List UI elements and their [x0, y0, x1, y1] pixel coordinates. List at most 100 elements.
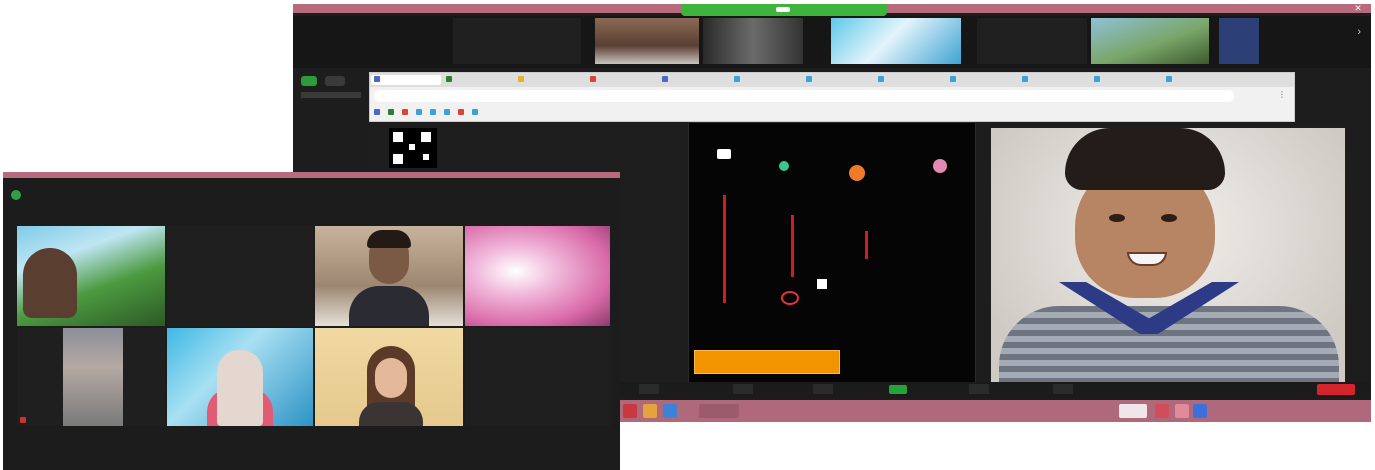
game-sprite — [933, 159, 947, 173]
tab-favicon — [806, 76, 812, 83]
participant-video — [63, 328, 123, 426]
browser-tab[interactable] — [1091, 75, 1161, 85]
bookmark-favicon — [472, 109, 478, 115]
security-shield-icon[interactable] — [11, 190, 21, 200]
browser-tab[interactable] — [1163, 75, 1233, 85]
taskbar-tray-icon[interactable] — [1155, 404, 1169, 418]
strip-tile-5[interactable] — [977, 18, 1087, 64]
leave-button[interactable] — [1317, 384, 1355, 395]
taskbar-tray-icon[interactable] — [1193, 404, 1207, 418]
taskbar-tray-icon[interactable] — [1175, 404, 1189, 418]
tab-favicon — [590, 76, 596, 83]
qr-block — [423, 154, 429, 160]
participant-shirt — [349, 286, 429, 326]
taskbar-app-icon[interactable] — [699, 404, 739, 418]
address-bar[interactable] — [374, 90, 1234, 102]
shared-browser-window: ← → ⋮ — [369, 72, 1295, 122]
qr-code — [389, 128, 437, 168]
browser-tab[interactable] — [803, 75, 873, 85]
bookmark-favicon — [458, 109, 464, 115]
video-button[interactable] — [733, 384, 753, 394]
taskbar-app-icon[interactable] — [643, 404, 657, 418]
bookmark-favicon — [402, 109, 408, 115]
browser-tab[interactable] — [875, 75, 945, 85]
record-button[interactable] — [969, 384, 989, 394]
strip-tile-4[interactable] — [831, 18, 961, 64]
participant-name — [20, 417, 28, 424]
gallery-tile[interactable] — [465, 226, 610, 326]
share-button[interactable] — [301, 76, 317, 86]
strip-tile-6[interactable] — [1091, 18, 1209, 64]
bookmark-favicon — [444, 109, 450, 115]
taskbar-app-icon[interactable] — [623, 404, 637, 418]
view-button[interactable] — [325, 76, 345, 86]
browser-tab[interactable] — [947, 75, 1017, 85]
active-speaker-video[interactable] — [989, 126, 1347, 386]
qr-block — [421, 132, 431, 142]
mute-button[interactable] — [639, 384, 659, 394]
reactions-button[interactable] — [1053, 384, 1073, 394]
browser-tab[interactable] — [731, 75, 801, 85]
game-screen[interactable] — [688, 122, 976, 384]
browser-tab[interactable] — [443, 75, 513, 85]
browser-tab-bar — [370, 73, 1294, 87]
meeting-header — [3, 178, 620, 208]
bookmark-favicon — [388, 109, 394, 115]
gallery-tile[interactable] — [167, 226, 313, 326]
qr-block — [409, 144, 415, 150]
tab-favicon — [446, 76, 452, 83]
bookmark-favicon — [374, 109, 380, 115]
bookmark-item[interactable] — [430, 109, 438, 115]
participant-shirt — [359, 402, 423, 426]
bookmark-item[interactable] — [388, 109, 396, 115]
gallery-tile[interactable] — [465, 328, 610, 426]
gallery-tile[interactable] — [167, 328, 313, 426]
game-sprite — [849, 165, 865, 181]
chevron-right-icon[interactable]: › — [1357, 26, 1361, 38]
share-screen-button[interactable] — [889, 385, 907, 394]
taskbar-app-icon[interactable] — [663, 404, 677, 418]
gallery-tile[interactable] — [17, 328, 165, 426]
bookmark-item[interactable] — [402, 109, 410, 115]
browser-tab[interactable] — [1019, 75, 1089, 85]
bookmark-favicon — [416, 109, 422, 115]
game-sprite — [779, 161, 789, 171]
tab-favicon — [950, 76, 956, 83]
participants-button[interactable] — [813, 384, 833, 394]
game-wall — [723, 195, 726, 303]
browser-tab[interactable] — [371, 75, 441, 85]
bookmark-item[interactable] — [416, 109, 424, 115]
gallery-tile[interactable] — [315, 328, 463, 426]
browser-tab[interactable] — [659, 75, 729, 85]
bookmark-item[interactable] — [444, 109, 452, 115]
taskbar-tray-icon[interactable] — [1119, 404, 1147, 418]
participant-silhouette — [23, 248, 77, 318]
gallery-tile[interactable] — [315, 226, 463, 326]
close-icon[interactable]: ✕ — [1351, 4, 1365, 13]
game-action-button[interactable] — [694, 350, 840, 374]
strip-tile-7[interactable] — [1219, 18, 1259, 64]
video-frame — [989, 126, 1347, 386]
extensions-icon[interactable]: ⋮ — [1278, 90, 1286, 99]
bookmark-item[interactable] — [472, 109, 480, 115]
game-sprite — [817, 279, 827, 289]
recording-banner[interactable] — [681, 4, 887, 16]
tab-favicon — [1094, 76, 1100, 83]
strip-tile-1[interactable] — [453, 18, 581, 64]
qr-block — [393, 132, 403, 142]
mute-icon — [20, 417, 26, 424]
bookmarks-bar — [374, 106, 1290, 118]
browser-tab[interactable] — [587, 75, 657, 85]
tab-favicon — [878, 76, 884, 83]
strip-tile-2[interactable] — [595, 18, 699, 64]
sidebar-divider — [301, 92, 361, 98]
bookmark-item[interactable] — [374, 109, 382, 115]
gallery-tile[interactable] — [17, 226, 165, 326]
participant-face — [217, 350, 263, 426]
strip-tile-3[interactable] — [703, 18, 803, 64]
tab-favicon — [518, 76, 524, 83]
bookmark-item[interactable] — [458, 109, 466, 115]
tab-favicon — [1166, 76, 1172, 83]
browser-tab[interactable] — [515, 75, 585, 85]
qr-block — [393, 154, 403, 164]
